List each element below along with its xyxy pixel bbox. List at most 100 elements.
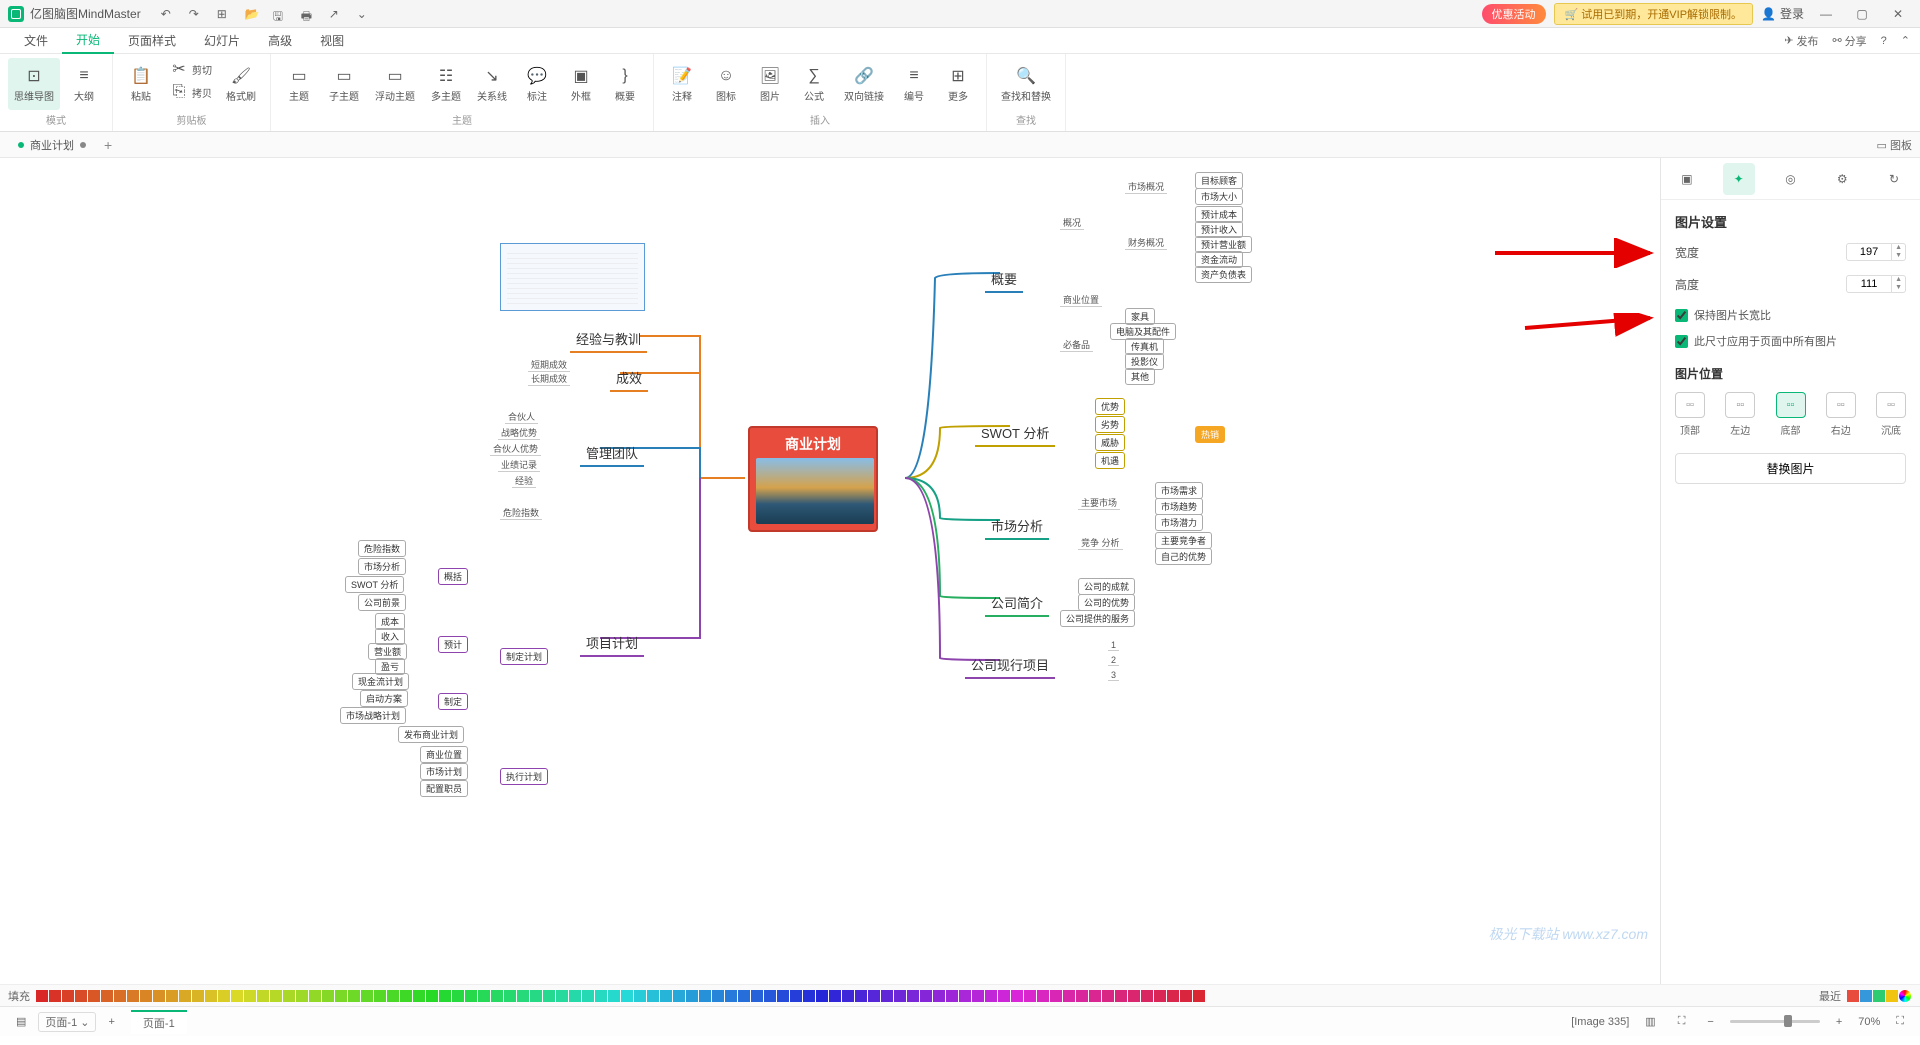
color-swatch[interactable] <box>49 990 61 1002</box>
apply-all-checkbox[interactable] <box>1675 335 1688 348</box>
node-location[interactable]: 商业位置 <box>1060 293 1102 307</box>
qat-dropdown-icon[interactable]: ⌄ <box>357 7 371 21</box>
color-swatch[interactable] <box>127 990 139 1002</box>
color-swatch[interactable] <box>218 990 230 1002</box>
node-sub[interactable]: 优势 <box>1095 398 1125 415</box>
relation-button[interactable]: ↘关系线 <box>471 58 513 110</box>
view-mode-1-icon[interactable]: ▥ <box>1639 1013 1661 1030</box>
subtopic-button[interactable]: ▭子主题 <box>323 58 365 110</box>
find-replace-button[interactable]: 🔍查找和替换 <box>995 58 1057 110</box>
color-swatch[interactable] <box>881 990 893 1002</box>
outline-view-icon[interactable]: ▤ <box>10 1013 32 1030</box>
page-selector[interactable]: 页面-1 ⌄ <box>38 1012 96 1032</box>
node-execute[interactable]: 执行计划 <box>500 768 548 785</box>
color-swatch[interactable] <box>1115 990 1127 1002</box>
redo-icon[interactable]: ↷ <box>189 7 203 21</box>
recent-swatch[interactable] <box>1860 990 1872 1002</box>
node-overview[interactable]: 概要 <box>985 266 1023 293</box>
color-swatch[interactable] <box>738 990 750 1002</box>
color-swatch[interactable] <box>673 990 685 1002</box>
add-tab-button[interactable]: + <box>104 137 112 153</box>
color-swatch[interactable] <box>348 990 360 1002</box>
node-sub[interactable]: 市场需求 <box>1155 482 1203 499</box>
node-team[interactable]: 管理团队 <box>580 440 644 467</box>
node-sub[interactable]: 公司前景 <box>358 594 406 611</box>
color-swatch[interactable] <box>322 990 334 1002</box>
node-sub[interactable]: 危险指数 <box>500 506 542 520</box>
page-tab[interactable]: 页面-1 <box>131 1010 187 1034</box>
color-swatch[interactable] <box>166 990 178 1002</box>
format-painter-button[interactable]: 🖌格式刷 <box>220 58 262 110</box>
color-swatch[interactable] <box>582 990 594 1002</box>
print-icon[interactable]: 🖶 <box>301 7 315 21</box>
open-icon[interactable]: 📂 <box>245 7 259 21</box>
height-input[interactable] <box>1847 278 1891 290</box>
add-page-button[interactable]: + <box>102 1014 120 1030</box>
node-swot[interactable]: SWOT 分析 <box>975 420 1055 447</box>
node-sub[interactable]: 自己的优势 <box>1155 548 1212 565</box>
color-swatch[interactable] <box>595 990 607 1002</box>
color-swatch[interactable] <box>894 990 906 1002</box>
node-sub[interactable]: 配置职员 <box>420 780 468 797</box>
boundary-button[interactable]: ▣外框 <box>561 58 601 110</box>
color-swatch[interactable] <box>972 990 984 1002</box>
node-make-plan[interactable]: 制定计划 <box>500 648 548 665</box>
icon-button[interactable]: ☺图标 <box>706 58 746 110</box>
color-swatch[interactable] <box>205 990 217 1002</box>
save-icon[interactable]: 🖫 <box>273 7 287 21</box>
color-swatch[interactable] <box>309 990 321 1002</box>
color-swatch[interactable] <box>75 990 87 1002</box>
pos-left[interactable]: ▫▫左边 <box>1725 392 1755 437</box>
node-sub[interactable]: 现金流计划 <box>352 673 409 690</box>
collapse-ribbon-icon[interactable]: ⌃ <box>1901 34 1910 47</box>
cut-button[interactable]: ✂剪切 <box>165 58 216 80</box>
color-swatch[interactable] <box>140 990 152 1002</box>
color-swatch[interactable] <box>816 990 828 1002</box>
keep-ratio-checkbox[interactable] <box>1675 309 1688 322</box>
node-sub[interactable]: 公司提供的服务 <box>1060 610 1135 627</box>
apply-all-check[interactable]: 此尺寸应用于页面中所有图片 <box>1675 333 1906 349</box>
export-icon[interactable]: ↗ <box>329 7 343 21</box>
color-swatch[interactable] <box>231 990 243 1002</box>
node-sub[interactable]: 启动方案 <box>360 690 408 707</box>
node-compete[interactable]: 竞争 分析 <box>1078 536 1123 550</box>
pos-right[interactable]: ▫▫右边 <box>1826 392 1856 437</box>
menu-view[interactable]: 视图 <box>306 28 358 53</box>
color-swatch[interactable] <box>1180 990 1192 1002</box>
node-sub[interactable]: 公司的成就 <box>1078 578 1135 595</box>
menu-slideshow[interactable]: 幻灯片 <box>190 28 254 53</box>
node-company[interactable]: 公司简介 <box>985 590 1049 617</box>
color-swatch[interactable] <box>1141 990 1153 1002</box>
close-button[interactable]: ✕ <box>1884 4 1912 24</box>
color-swatch[interactable] <box>192 990 204 1002</box>
color-swatch[interactable] <box>751 990 763 1002</box>
color-swatch[interactable] <box>855 990 867 1002</box>
color-swatch[interactable] <box>1076 990 1088 1002</box>
color-swatch[interactable] <box>959 990 971 1002</box>
node-sub[interactable]: 其他 <box>1125 368 1155 385</box>
zoom-out-button[interactable]: − <box>1701 1014 1719 1030</box>
height-down[interactable]: ▼ <box>1892 284 1905 292</box>
color-swatch[interactable] <box>790 990 802 1002</box>
color-swatch[interactable] <box>699 990 711 1002</box>
color-swatch[interactable] <box>153 990 165 1002</box>
color-swatch[interactable] <box>101 990 113 1002</box>
node-sub[interactable]: 合伙人 <box>505 410 538 424</box>
color-swatch[interactable] <box>244 990 256 1002</box>
color-swatch[interactable] <box>868 990 880 1002</box>
node-main-market[interactable]: 主要市场 <box>1078 496 1120 510</box>
help-icon[interactable]: ? <box>1881 35 1887 47</box>
floating-topic-button[interactable]: ▭浮动主题 <box>369 58 421 110</box>
color-swatch[interactable] <box>1037 990 1049 1002</box>
zoom-slider[interactable] <box>1730 1020 1820 1023</box>
width-up[interactable]: ▲ <box>1892 244 1905 252</box>
link-button[interactable]: 🔗双向链接 <box>838 58 890 110</box>
color-swatch[interactable] <box>452 990 464 1002</box>
color-swatch[interactable] <box>465 990 477 1002</box>
color-swatch[interactable] <box>413 990 425 1002</box>
node-sub[interactable]: 市场概况 <box>1125 180 1167 194</box>
color-swatch[interactable] <box>1011 990 1023 1002</box>
panel-toggle-button[interactable]: ▭ 图板 <box>1877 137 1912 153</box>
more-button[interactable]: ⊞更多 <box>938 58 978 110</box>
color-swatch[interactable] <box>556 990 568 1002</box>
